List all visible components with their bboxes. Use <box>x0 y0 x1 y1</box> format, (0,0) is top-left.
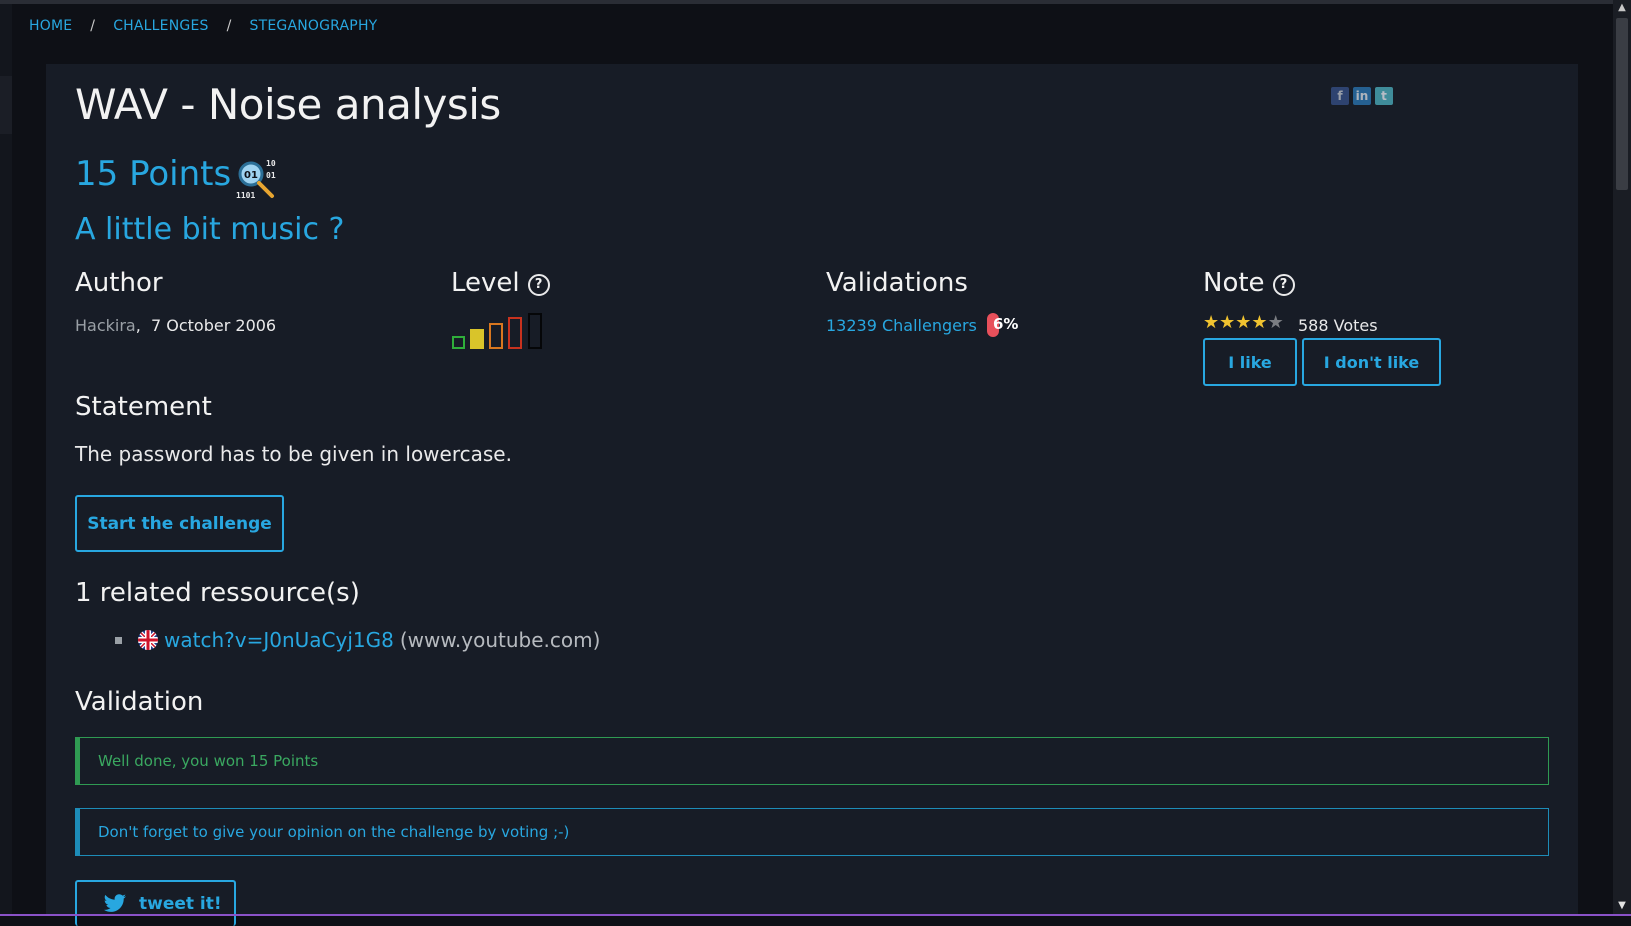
start-challenge-button[interactable]: Start the challenge <box>75 495 284 552</box>
star-icon: ★ <box>1203 312 1220 333</box>
author-info: Hackira, 7 October 2006 <box>75 316 276 335</box>
level-bar-5 <box>528 313 542 349</box>
validations-challengers-link[interactable]: 13239 Challengers <box>826 316 977 335</box>
level-heading: Level? <box>451 268 550 298</box>
scroll-down-icon[interactable]: ▼ <box>1613 898 1631 914</box>
help-icon[interactable]: ? <box>1272 274 1295 296</box>
star-icon: ★ <box>1235 312 1252 333</box>
star-empty-icon: ★ <box>1267 312 1284 333</box>
statement-text: The password has to be given in lowercas… <box>75 442 512 466</box>
scrollbar[interactable]: ▲ ▼ <box>1613 0 1631 916</box>
breadcrumb-home[interactable]: HOME <box>29 18 72 34</box>
scroll-up-icon[interactable]: ▲ <box>1613 0 1631 16</box>
validation-heading: Validation <box>75 687 204 717</box>
twitter-icon[interactable]: t <box>1375 87 1393 105</box>
level-heading-label: Level <box>451 268 520 298</box>
note-heading: Note? <box>1203 268 1295 298</box>
votes-count: 588 Votes <box>1298 316 1378 335</box>
author-heading: Author <box>75 268 163 298</box>
dislike-button[interactable]: I don't like <box>1302 338 1441 386</box>
success-alert: Well done, you won 15 Points <box>75 737 1549 785</box>
author-separator: , <box>135 316 141 335</box>
challenge-points: 15 Points <box>75 154 232 194</box>
svg-text:10: 10 <box>266 159 276 168</box>
facebook-icon[interactable]: f <box>1331 87 1349 105</box>
steganography-magnifier-icon: 10 01 1101 01 <box>236 159 276 200</box>
top-bar <box>0 0 1613 4</box>
page-title: WAV - Noise analysis <box>75 80 501 129</box>
twitter-bird-icon <box>104 894 126 912</box>
list-item: watch?v=J0nUaCyj1G8 (www.youtube.com) <box>115 628 600 652</box>
author-date: 7 October 2006 <box>151 316 277 335</box>
resource-host: (www.youtube.com) <box>399 628 601 652</box>
svg-text:01: 01 <box>266 171 276 180</box>
linkedin-icon[interactable]: in <box>1353 87 1371 105</box>
breadcrumb-separator: / <box>226 18 232 34</box>
uk-flag-icon <box>138 630 158 650</box>
sidebar-marker <box>0 76 12 134</box>
note-heading-label: Note <box>1203 268 1265 298</box>
validations-heading: Validations <box>826 268 968 298</box>
resources-heading: 1 related ressource(s) <box>75 578 360 608</box>
left-sidebar-strip <box>0 4 12 916</box>
level-bar-4 <box>508 317 522 349</box>
breadcrumb-challenges[interactable]: CHALLENGES <box>113 18 208 34</box>
tweet-button[interactable]: tweet it! <box>75 880 236 926</box>
info-alert: Don't forget to give your opinion on the… <box>75 808 1549 856</box>
like-button[interactable]: I like <box>1203 338 1297 386</box>
level-bar-1 <box>452 336 465 349</box>
star-icon: ★ <box>1251 312 1268 333</box>
difficulty-level-icon <box>452 313 542 349</box>
rating-stars: ★ ★ ★ ★ ★ <box>1203 314 1284 332</box>
tweet-label: tweet it! <box>139 894 222 914</box>
challenge-subtitle: A little bit music ? <box>75 212 345 247</box>
validation-percent: 6% <box>993 315 1019 333</box>
breadcrumb-category[interactable]: STEGANOGRAPHY <box>250 18 378 34</box>
svg-text:1101: 1101 <box>236 191 255 200</box>
statement-heading: Statement <box>75 392 212 422</box>
breadcrumb-separator: / <box>90 18 96 34</box>
social-share: f in t <box>1331 87 1393 105</box>
star-icon: ★ <box>1219 312 1236 333</box>
level-bar-2 <box>470 329 484 349</box>
help-icon[interactable]: ? <box>527 274 550 296</box>
author-name[interactable]: Hackira <box>75 316 136 335</box>
level-bar-3 <box>489 323 503 349</box>
breadcrumb: HOME / CHALLENGES / STEGANOGRAPHY <box>29 18 377 34</box>
validation-percent-badge: 6% <box>987 313 1019 337</box>
resource-link[interactable]: watch?v=J0nUaCyj1G8 <box>164 628 394 652</box>
bullet <box>115 636 122 644</box>
scrollbar-thumb[interactable] <box>1616 18 1628 190</box>
svg-text:01: 01 <box>244 170 258 181</box>
